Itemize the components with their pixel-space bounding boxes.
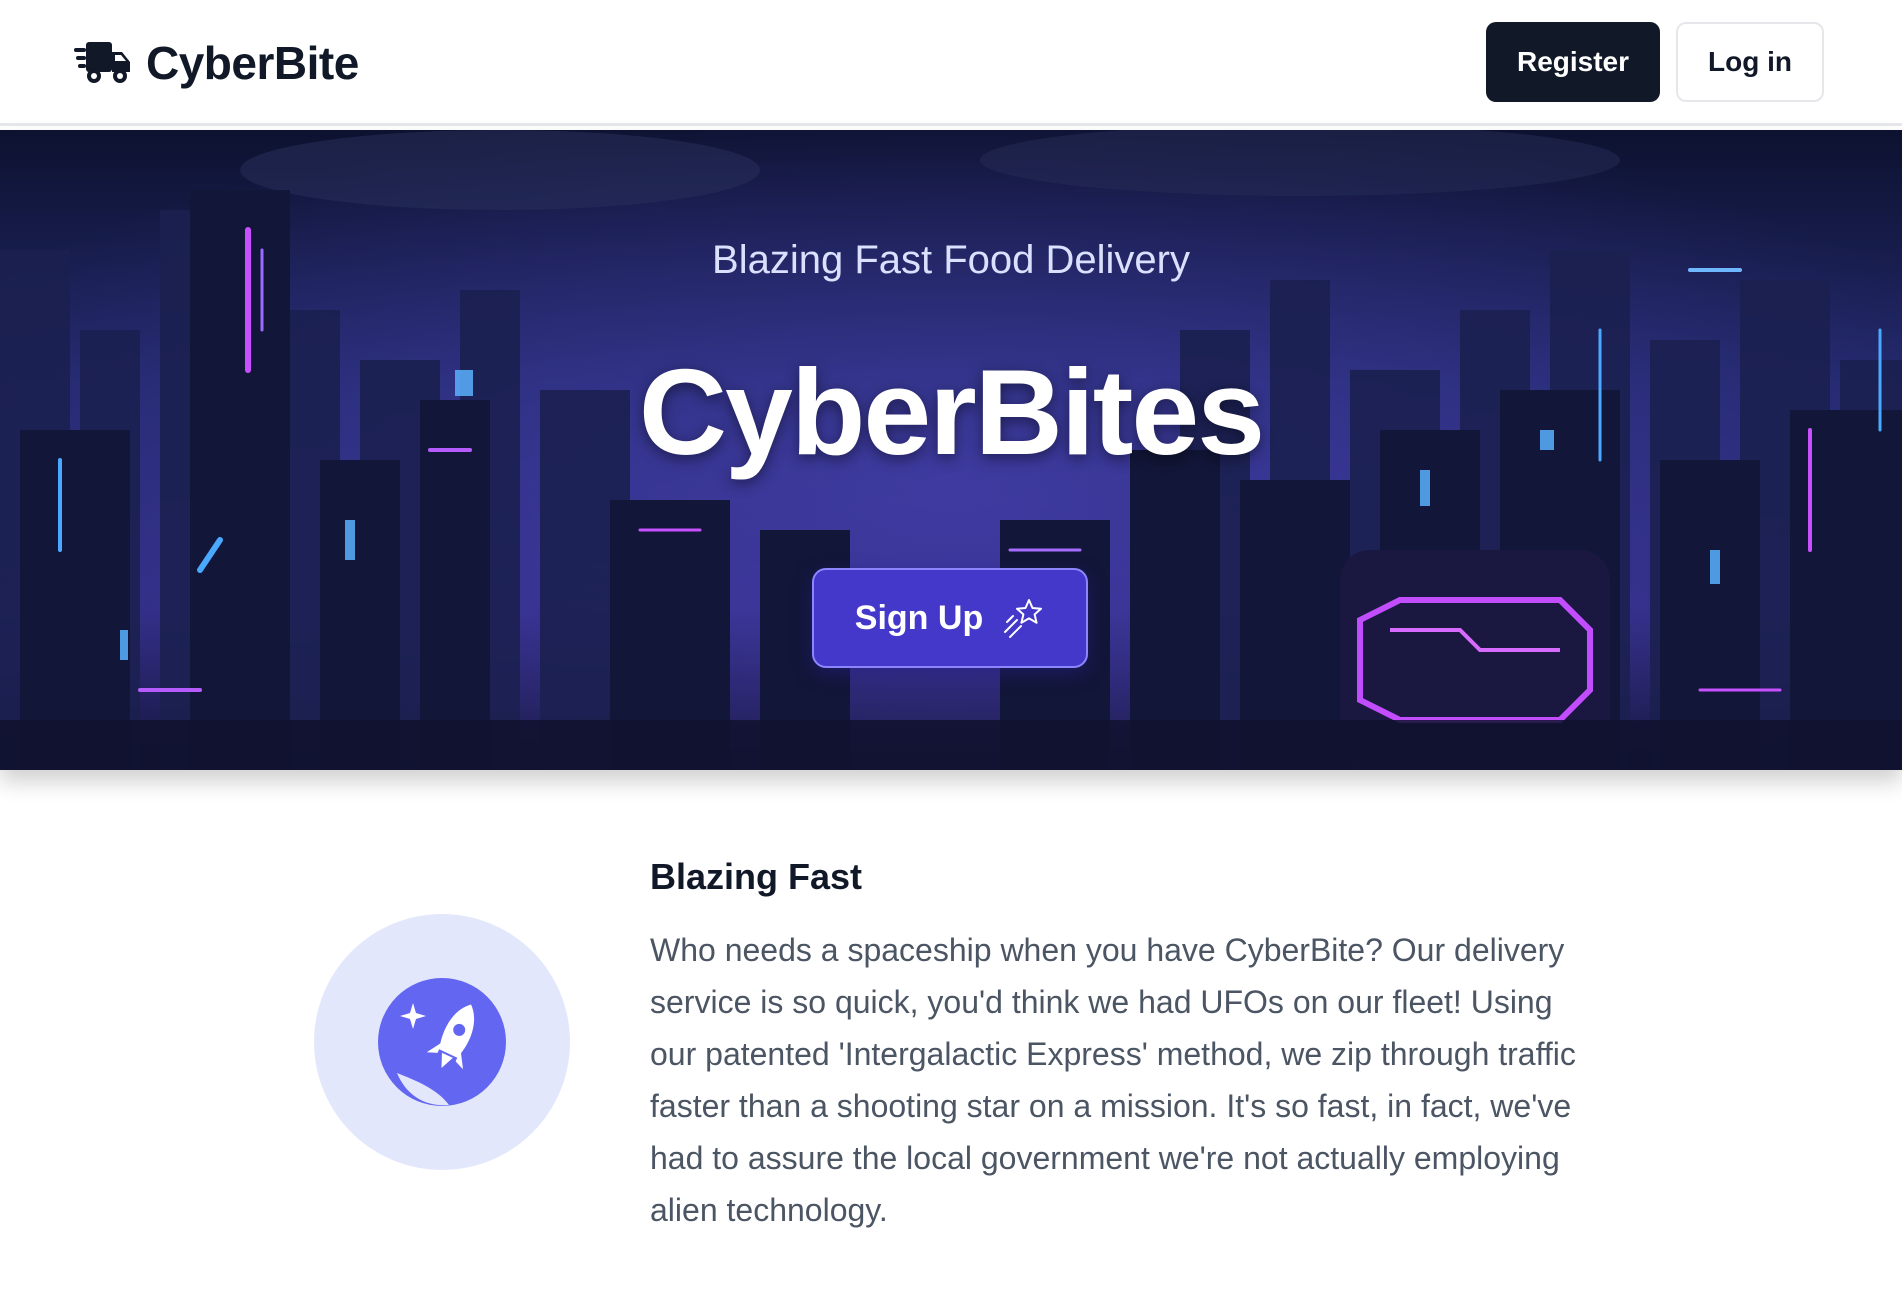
signup-button[interactable]: Sign Up <box>812 568 1088 668</box>
brand-logo[interactable]: CyberBite <box>74 36 359 90</box>
feature-title: Blazing Fast <box>650 856 863 897</box>
rocket-icon <box>378 978 506 1106</box>
feature-icon-circle <box>314 914 570 1170</box>
hero-title: CyberBites <box>638 344 1265 480</box>
feature-description: Who needs a spaceship when you have Cybe… <box>650 932 1576 1228</box>
header-nav: Register Log in <box>1486 22 1824 102</box>
hero-subtitle: Blazing Fast Food Delivery <box>712 238 1190 282</box>
hero-banner: Blazing Fast Food Delivery CyberBites Si… <box>0 130 1902 770</box>
signup-label: Sign Up <box>854 598 984 637</box>
shooting-star-icon <box>1004 599 1043 638</box>
hero-content: Blazing Fast Food Delivery CyberBites Si… <box>0 130 1902 770</box>
brand-name: CyberBite <box>146 37 359 89</box>
login-button[interactable]: Log in <box>1676 22 1824 102</box>
register-button[interactable]: Register <box>1486 22 1660 102</box>
site-header: CyberBite Register Log in <box>0 0 1902 126</box>
delivery-truck-icon <box>74 42 130 83</box>
